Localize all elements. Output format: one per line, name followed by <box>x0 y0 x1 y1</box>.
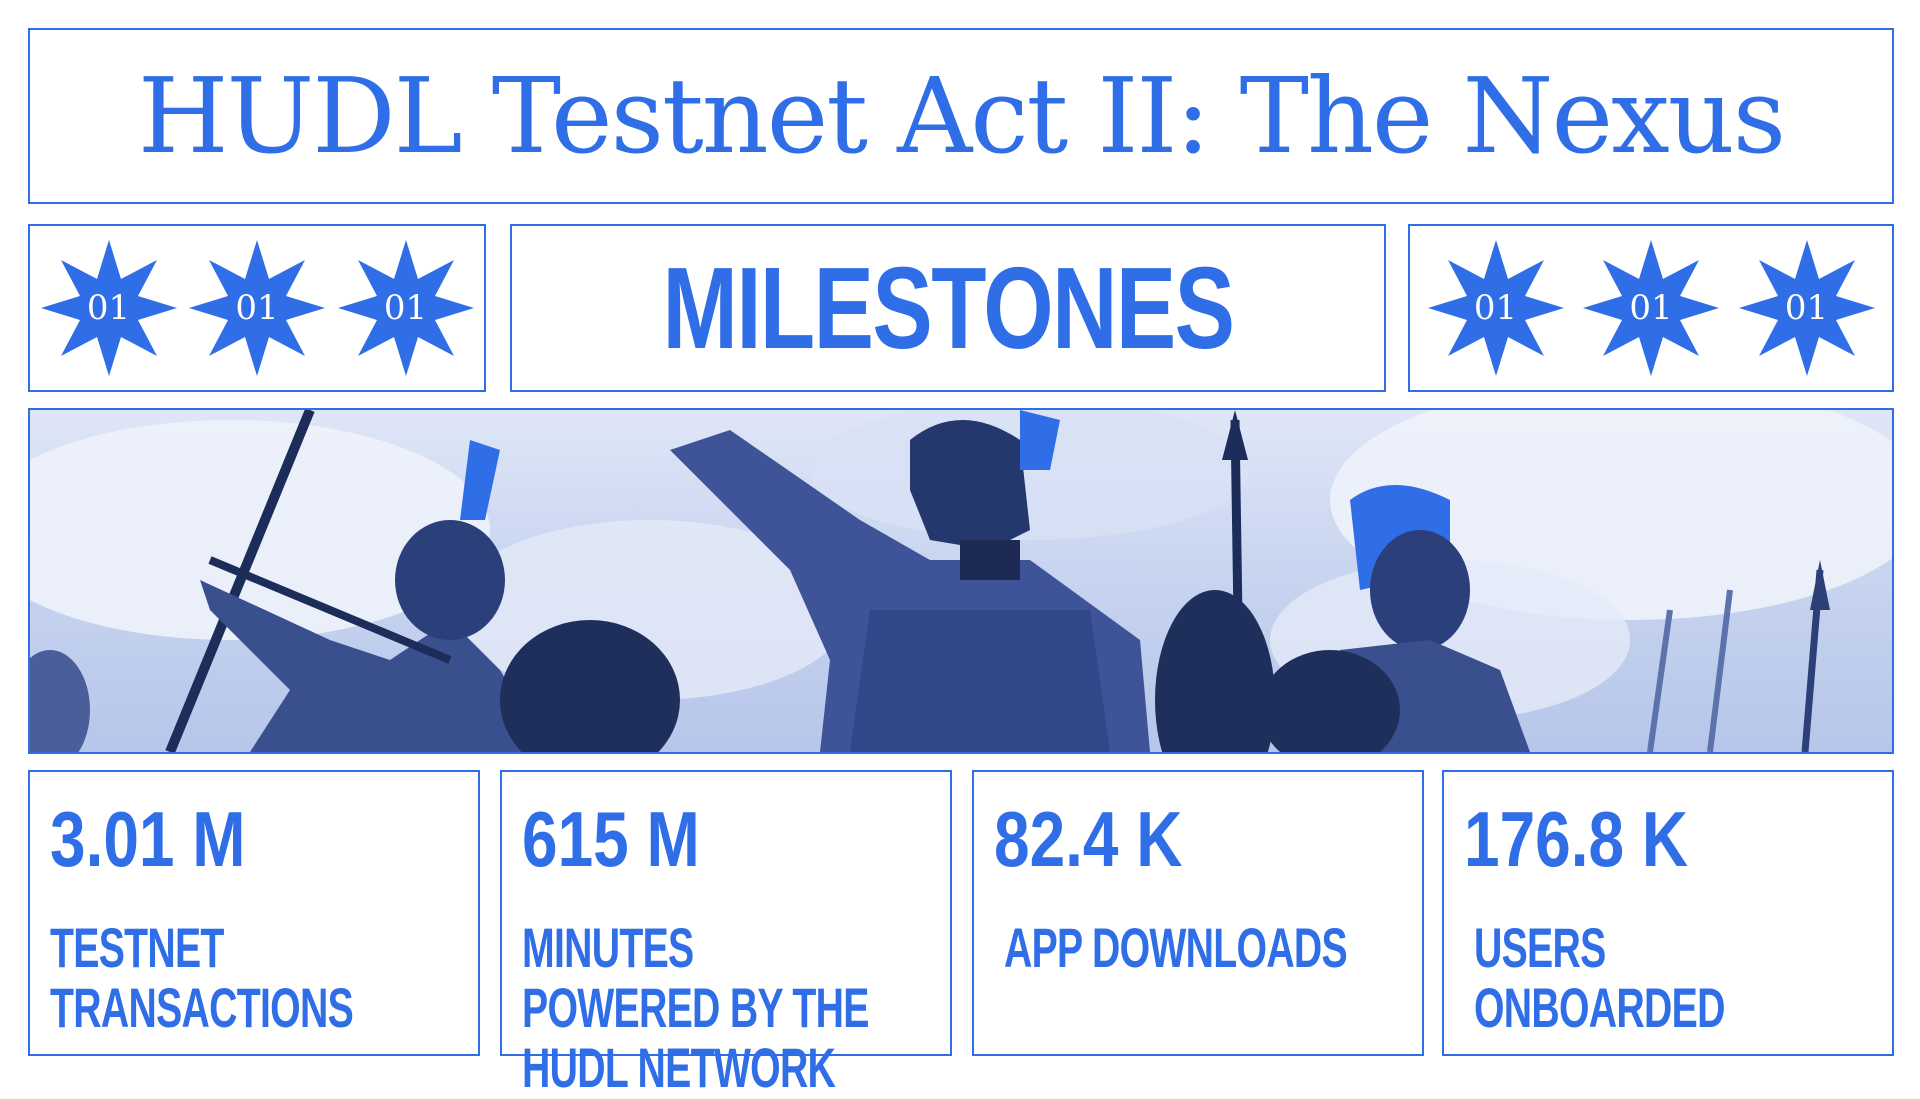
hero-image <box>28 408 1894 754</box>
stat-label: APP DOWNLOADS <box>1004 916 1348 979</box>
stat-value: 3.01 M <box>50 795 246 883</box>
spartan-warriors-illustration <box>30 410 1892 752</box>
star-badge-label: 01 <box>86 288 131 328</box>
stat-card: 3.01 M TESTNET TRANSACTIONS <box>28 770 480 1056</box>
stat-label: TESTNET TRANSACTIONS <box>50 916 354 1039</box>
stat-value: 82.4 K <box>994 795 1183 883</box>
page-title: HUDL Testnet Act II: The Nexus <box>137 55 1786 177</box>
title-panel: HUDL Testnet Act II: The Nexus <box>28 28 1894 204</box>
divider <box>484 224 486 392</box>
stat-label: MINUTES POWERED BY THE HUDL NETWORK <box>522 916 869 1099</box>
star-badge: 01 <box>336 238 476 378</box>
star-badge: 01 <box>39 238 179 378</box>
star-badge-label: 01 <box>383 288 428 328</box>
star-badge: 01 <box>1581 238 1721 378</box>
section-header-panel: MILESTONES <box>510 224 1386 392</box>
star-badge-label: 01 <box>235 288 279 328</box>
stat-value: 176.8 K <box>1464 795 1689 883</box>
star-badge: 01 <box>187 238 327 378</box>
stat-value: 615 M <box>522 795 700 883</box>
stat-card: 82.4 K APP DOWNLOADS <box>972 770 1424 1056</box>
badge-panel-right: 01 01 01 <box>1408 224 1894 392</box>
star-badge-label: 01 <box>1784 288 1829 328</box>
star-badge: 01 <box>1737 238 1877 378</box>
section-title: MILESTONES <box>662 243 1235 373</box>
badge-panel-left: 01 01 01 <box>28 224 486 392</box>
star-badge-label: 01 <box>1629 288 1673 328</box>
star-badge: 01 <box>1426 238 1566 378</box>
stat-card: 615 M MINUTES POWERED BY THE HUDL NETWOR… <box>500 770 952 1098</box>
stat-label: USERS ONBOARDED <box>1474 916 1725 1039</box>
star-badge-label: 01 <box>1473 288 1518 328</box>
stat-card: 176.8 K USERS ONBOARDED <box>1442 770 1894 1056</box>
